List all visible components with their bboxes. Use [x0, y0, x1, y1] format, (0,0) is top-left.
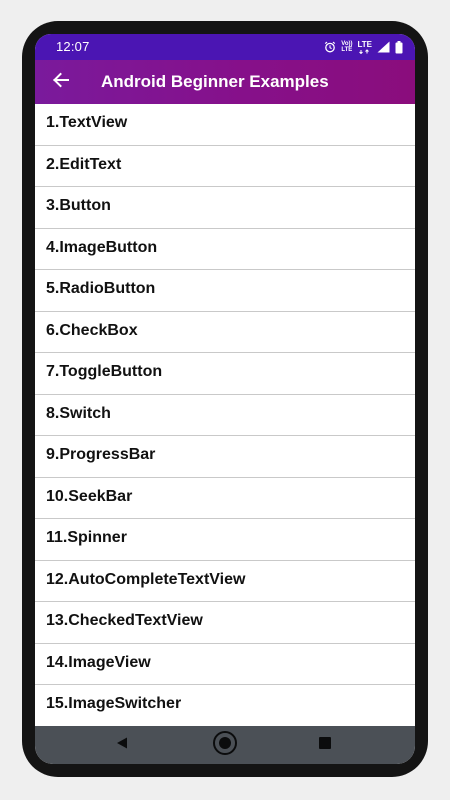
- list-item-label: 11.Spinner: [46, 529, 127, 546]
- list-item[interactable]: 1.TextView: [35, 104, 415, 146]
- examples-list: 1.TextView 2.EditText 3.Button 4.ImageBu…: [35, 104, 415, 727]
- list-item-label: 15.ImageSwitcher: [46, 695, 182, 712]
- list-item[interactable]: 12.AutoCompleteTextView: [35, 560, 415, 602]
- list-item[interactable]: 2.EditText: [35, 145, 415, 187]
- status-bar: 12:07 Vo)) LTE LTE: [35, 34, 415, 60]
- signal-icon: [377, 41, 390, 53]
- list-item-label: 2.EditText: [46, 155, 122, 173]
- volte-icon: Vo)) LTE: [341, 41, 352, 53]
- list-item-label: 3.Button: [46, 197, 111, 214]
- volte-bottom-label: LTE: [341, 47, 353, 53]
- phone-screen: 12:07 Vo)) LTE LTE Android Beginner Exam…: [35, 34, 415, 764]
- alarm-icon: [324, 41, 336, 53]
- lte-icon: LTE: [357, 39, 372, 54]
- nav-back-icon: [115, 736, 129, 755]
- nav-home-button[interactable]: [205, 726, 245, 764]
- list-item[interactable]: 8.Switch: [35, 394, 415, 436]
- list-item-label: 13.CheckedTextView: [46, 612, 203, 629]
- nav-home-icon: [212, 730, 238, 761]
- list-item-label: 1.TextView: [46, 114, 128, 131]
- lte-label: LTE: [357, 39, 372, 49]
- list-item-label: 14.ImageView: [46, 653, 151, 671]
- list-item[interactable]: 10.SeekBar: [35, 477, 415, 519]
- arrow-back-icon: [52, 72, 70, 93]
- app-bar: Android Beginner Examples: [35, 60, 415, 104]
- list-item[interactable]: 4.ImageButton: [35, 228, 415, 270]
- list-item-label: 12.AutoCompleteTextView: [46, 570, 246, 588]
- list-item[interactable]: 13.CheckedTextView: [35, 602, 415, 644]
- list-item-label: 7.ToggleButton: [46, 363, 163, 380]
- list-item[interactable]: 14.ImageView: [35, 643, 415, 685]
- navigation-bar: [35, 726, 415, 764]
- nav-recents-icon: [318, 736, 332, 755]
- list-item[interactable]: 9.ProgressBar: [35, 436, 415, 478]
- list-item-label: 9.ProgressBar: [46, 446, 156, 463]
- list-item[interactable]: 5.RadioButton: [35, 270, 415, 312]
- back-button[interactable]: [47, 68, 75, 96]
- list-item-label: 6.CheckBox: [46, 321, 138, 339]
- list-item[interactable]: 7.ToggleButton: [35, 353, 415, 395]
- list-item[interactable]: 15.ImageSwitcher: [35, 685, 415, 727]
- app-title: Android Beginner Examples: [101, 72, 329, 91]
- list-item[interactable]: 11.Spinner: [35, 519, 415, 561]
- nav-back-button[interactable]: [102, 726, 142, 764]
- status-icons: Vo)) LTE LTE: [324, 39, 403, 55]
- list-item-label: 5.RadioButton: [46, 280, 156, 297]
- status-time: 12:07: [56, 39, 90, 54]
- list-item[interactable]: 6.CheckBox: [35, 311, 415, 353]
- battery-icon: [395, 40, 403, 54]
- list-item-label: 10.SeekBar: [46, 487, 133, 505]
- list-item-label: 4.ImageButton: [46, 238, 158, 256]
- list-item[interactable]: 3.Button: [35, 187, 415, 229]
- list-item-label: 8.Switch: [46, 404, 111, 422]
- nav-recents-button[interactable]: [305, 726, 345, 764]
